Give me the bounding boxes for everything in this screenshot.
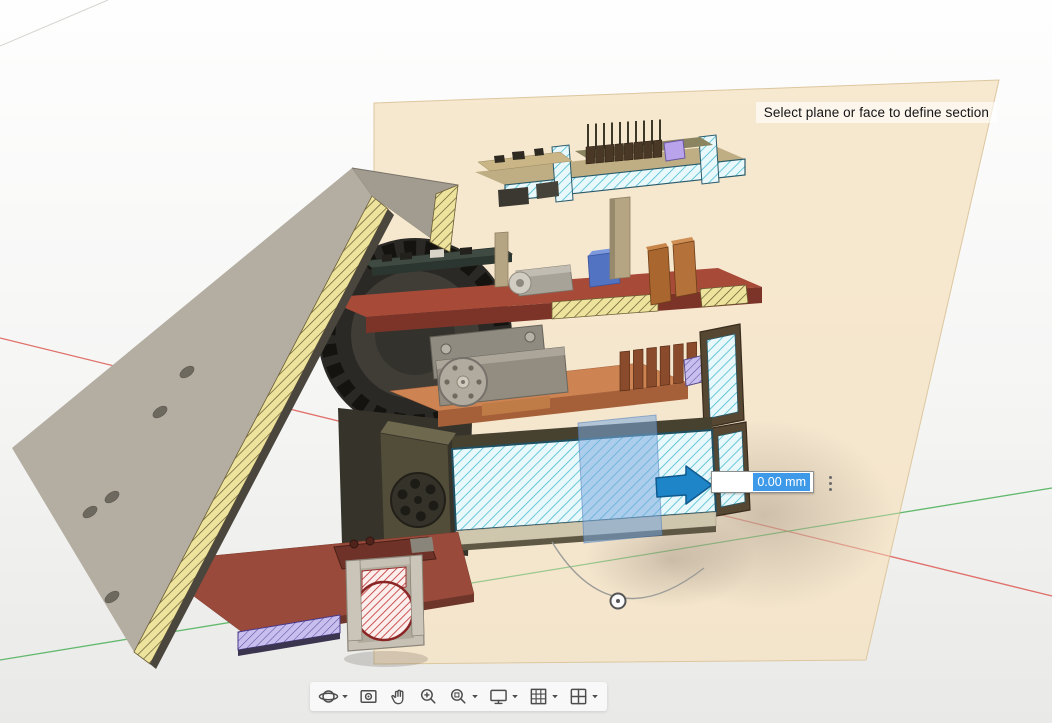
grid-and-snaps-icon (528, 686, 549, 707)
viewports-icon (568, 686, 589, 707)
section-preview-slice[interactable] (578, 415, 662, 543)
dropdown-caret-icon[interactable] (471, 692, 479, 701)
kebab-dot (829, 488, 832, 491)
pan-button[interactable] (386, 685, 411, 708)
dropdown-caret-icon[interactable] (591, 692, 599, 701)
purple-component (664, 140, 685, 161)
zoom-icon (418, 686, 439, 707)
fit-icon (448, 686, 469, 707)
copper-bracket-2[interactable] (673, 241, 697, 297)
status-hint: Select plane or face to define section (756, 102, 997, 123)
look-at-icon (358, 686, 379, 707)
grid-and-snaps-button[interactable] (526, 685, 561, 708)
orbit-button[interactable] (316, 685, 351, 708)
dropdown-caret-icon[interactable] (511, 692, 519, 701)
pan-icon (388, 686, 409, 707)
grid-edge-line (0, 0, 108, 46)
kebab-dot (829, 476, 832, 479)
look-at-button[interactable] (356, 685, 381, 708)
viewports-button[interactable] (566, 685, 601, 708)
dropdown-caret-icon[interactable] (551, 692, 559, 701)
zoom-button[interactable] (416, 685, 441, 708)
section-offset-input[interactable]: 0.00 mm (711, 471, 814, 493)
viewport-background: { "viewport": { "hint_text": "Select pla… (0, 0, 1052, 723)
kebab-dot (829, 482, 832, 485)
section-offset-value[interactable]: 0.00 mm (753, 473, 810, 491)
navigation-toolbar (310, 682, 607, 711)
orbit-icon (318, 686, 339, 707)
more-options-menu-button[interactable] (820, 470, 840, 496)
display-settings-button[interactable] (486, 685, 521, 708)
caster-ball-section (355, 582, 413, 640)
copper-bracket-1[interactable] (648, 247, 671, 305)
display-settings-icon (488, 686, 509, 707)
dropdown-caret-icon[interactable] (341, 692, 349, 701)
standoff-post-2 (495, 232, 508, 287)
section-origin-marker[interactable] (611, 594, 626, 609)
fit-button[interactable] (446, 685, 481, 708)
